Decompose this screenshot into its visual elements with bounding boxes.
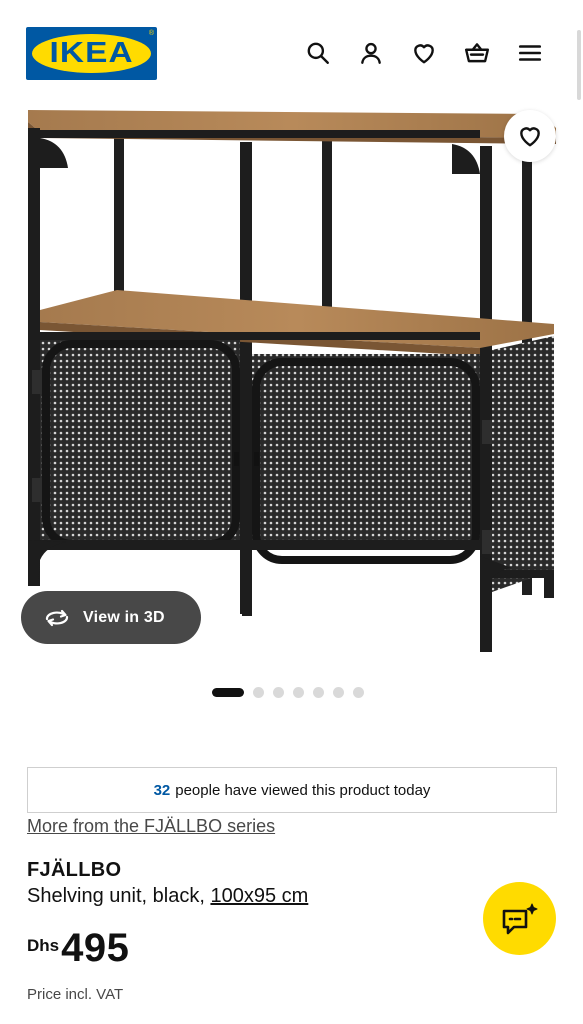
chat-assistant-button[interactable] — [483, 882, 556, 955]
rotate-3d-icon — [45, 609, 69, 626]
series-link[interactable]: More from the FJÄLLBO series — [27, 816, 275, 837]
logo-oval: IKEA — [32, 34, 151, 73]
product-image[interactable] — [22, 100, 562, 660]
view-in-3d-button[interactable]: View in 3D — [21, 591, 201, 644]
save-to-favourites-button[interactable] — [504, 110, 556, 162]
menu-icon[interactable] — [515, 38, 545, 68]
price-currency: Dhs — [27, 936, 60, 955]
carousel-dot[interactable] — [253, 686, 264, 698]
product-type: Shelving unit, black, — [27, 885, 205, 907]
chat-sparkle-icon — [502, 903, 537, 934]
product-price: Dhs 495 — [27, 928, 129, 968]
viewed-today-banner: 32 people have viewed this product today — [27, 767, 557, 813]
heart-icon[interactable] — [409, 38, 439, 68]
carousel-dot[interactable] — [353, 686, 364, 698]
product-description: Shelving unit, black, 100x95 cm — [27, 885, 308, 908]
viewed-text: people have viewed this product today — [175, 781, 431, 799]
basket-icon[interactable] — [462, 38, 492, 68]
heart-icon — [520, 127, 540, 147]
viewed-count: 32 — [153, 781, 171, 799]
price-amount: 495 — [61, 926, 130, 970]
scrollbar[interactable] — [577, 30, 581, 100]
carousel-dot[interactable] — [273, 686, 284, 698]
logo-text: IKEA — [49, 37, 134, 69]
header: IKEA ® — [0, 0, 583, 100]
registered-mark: ® — [148, 30, 154, 37]
carousel-dot[interactable] — [212, 687, 244, 697]
carousel-pagination — [212, 686, 364, 698]
carousel-dot[interactable] — [293, 686, 304, 698]
search-icon[interactable] — [303, 38, 333, 68]
price-note: Price incl. VAT — [27, 986, 124, 1003]
product-name: FJÄLLBO — [27, 859, 122, 881]
ikea-logo[interactable]: IKEA ® — [26, 27, 157, 80]
product-size-link[interactable]: 100x95 cm — [210, 885, 308, 907]
view-in-3d-label: View in 3D — [83, 608, 165, 626]
carousel-dot[interactable] — [333, 686, 344, 698]
user-icon[interactable] — [356, 38, 386, 68]
carousel-dot[interactable] — [313, 686, 324, 698]
